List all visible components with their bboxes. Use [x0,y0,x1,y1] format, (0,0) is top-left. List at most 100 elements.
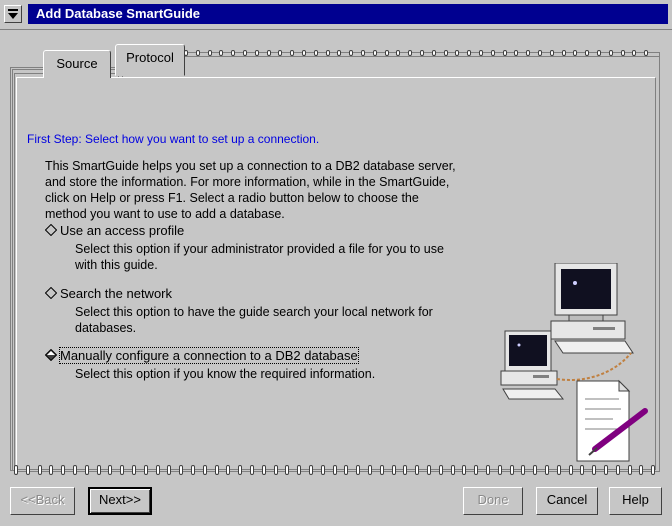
tab-protocol-label: Protocol [126,50,174,65]
radio-selected-icon [45,349,57,361]
binding-ring [207,50,212,56]
option-access-profile: Use an access profile Select this option… [45,222,444,273]
binding-ring [356,465,361,475]
intro-line: and store the information. For more info… [45,175,450,189]
back-button[interactable]: <<Back [10,487,75,515]
binding-ring [490,50,495,56]
system-menu-button[interactable] [4,5,22,23]
binding-ring [438,465,443,475]
binding-ring [73,465,77,475]
intro-line: This SmartGuide helps you set up a conne… [45,159,456,173]
option-description-line: Select this option to have the guide sea… [75,305,433,319]
binding-ring [479,50,483,56]
window-title: Add Database SmartGuide [36,6,200,21]
option-description: Select this option if your administrator… [75,241,444,273]
binding-ring [627,465,632,475]
notebook: Protocol Source First Step: Select how y… [8,44,663,475]
binding-ring [132,465,136,475]
chevron-down-icon [8,9,18,19]
tab-source-label: Source [56,56,98,71]
radio-manual-configure[interactable]: Manually configure a connection to a DB2… [45,346,375,364]
next-button[interactable]: Next>> [88,487,152,515]
binding-ring [313,50,318,56]
binding-ring [597,50,601,56]
radio-access-profile[interactable]: Use an access profile [45,222,444,238]
binding-ring [14,465,18,475]
binding-ring [179,465,184,475]
binding-ring [615,465,620,475]
binding-ring [549,50,554,56]
binding-ring [620,50,625,56]
intro-text: This SmartGuide helps you set up a conne… [45,158,495,222]
binding-ring [384,50,389,56]
binding-ring [561,50,566,56]
option-description: Select this option to have the guide sea… [75,304,433,336]
binding-ring [226,465,231,475]
binding-ring [391,465,396,475]
binding-ring [644,50,649,56]
option-description-line: databases. [75,321,137,335]
binding-ring [556,465,561,475]
binding-ring [462,465,467,475]
binding-ring [49,465,54,475]
binding-ring [214,465,219,475]
binding-ring [290,50,295,56]
title-bar: Add Database SmartGuide [0,0,672,30]
binding-ring [486,465,490,475]
binding-ring [408,50,413,56]
binding-ring [167,465,172,475]
binding-ring [420,50,424,56]
binding-ring [585,50,590,56]
title-bar-caption: Add Database SmartGuide [28,4,668,24]
binding-ring [379,465,384,475]
option-label: Use an access profile [60,222,185,238]
binding-ring [61,465,66,475]
option-description: Select this option if you know the requi… [75,366,375,382]
binding-ring [261,465,266,475]
binding-ring [96,465,101,475]
binding-ring [325,50,330,56]
radio-unselected-icon [45,224,57,236]
option-search-network: Search the network Select this option to… [45,285,433,336]
option-manual-configure: Manually configure a connection to a DB2… [45,346,375,382]
done-button[interactable]: Done [463,487,523,515]
option-label: Search the network [60,285,173,301]
binding-ring [568,465,573,475]
binding-ring [349,50,354,56]
binding-ring [639,465,644,475]
binding-ring [580,465,585,475]
notebook-page: First Step: Select how you want to set u… [16,77,656,470]
radio-search-network[interactable]: Search the network [45,285,433,301]
binding-ring [592,465,597,475]
binding-ring [450,465,455,475]
help-button[interactable]: Help [609,487,662,515]
binding-ring [604,465,608,475]
cancel-button[interactable]: Cancel [536,487,598,515]
tab-source[interactable]: Source [43,50,111,78]
option-description-line: with this guide. [75,258,158,272]
binding-ring [474,465,479,475]
intro-line: method you want to use to add a database… [45,207,285,221]
binding-ring [120,465,125,475]
binding-ring [250,465,254,475]
binding-ring [526,50,531,56]
binding-ring [243,50,247,56]
binding-ring [155,465,160,475]
binding-ring [509,465,514,475]
binding-ring [431,50,436,56]
radio-unselected-icon [45,287,57,299]
binding-ring [273,465,278,475]
binding-ring [533,465,538,475]
binding-ring [521,465,526,475]
network-computers-illustration [500,263,648,462]
binding-ring [372,50,377,56]
binding-ring [415,465,420,475]
binding-ring [238,465,243,475]
binding-ring [403,465,408,475]
tab-protocol[interactable]: Protocol [115,44,185,76]
option-description-line: Select this option if your administrator… [75,242,444,256]
binding-ring [332,465,337,475]
binding-ring [202,465,207,475]
intro-line: click on Help or press F1. Select a radi… [45,191,419,205]
step-heading: First Step: Select how you want to set u… [27,132,320,146]
